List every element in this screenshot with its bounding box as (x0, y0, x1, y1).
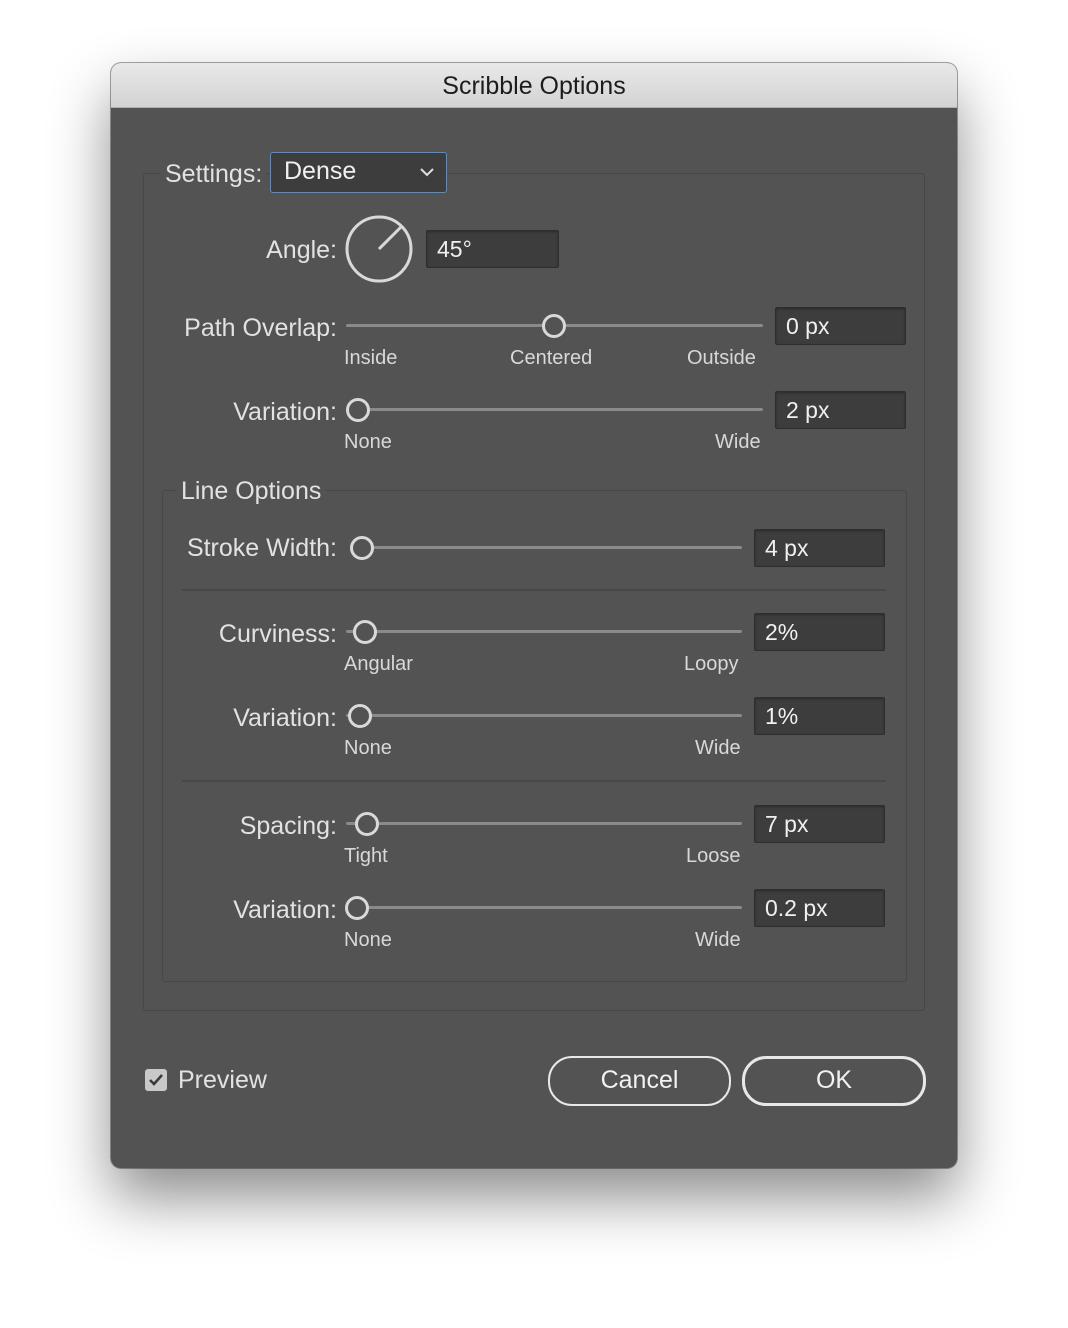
angle-label: Angle: (266, 236, 337, 264)
curviness-label: Curviness: (218, 620, 337, 648)
path-variation-input[interactable]: 2 px (775, 391, 906, 429)
spacing-handle[interactable] (355, 812, 379, 836)
spacing-min-label: Tight (344, 845, 388, 867)
angle-input[interactable]: 45° (426, 230, 559, 268)
path-variation-handle[interactable] (346, 398, 370, 422)
spacing-variation-label: Variation: (233, 896, 337, 924)
spacing-variation-input[interactable]: 0.2 px (754, 889, 885, 927)
curviness-variation-max-label: Wide (695, 737, 741, 759)
curviness-variation-track[interactable] (346, 714, 742, 717)
spacing-variation-max-label: Wide (695, 929, 741, 951)
spacing-input[interactable]: 7 px (754, 805, 885, 843)
stroke-width-handle[interactable] (350, 536, 374, 560)
line-options-title: Line Options (177, 477, 326, 506)
curviness-variation-input[interactable]: 1% (754, 697, 885, 735)
spacing-label: Spacing: (239, 812, 337, 840)
preview-label[interactable]: Preview (178, 1066, 267, 1095)
path-overlap-label: Path Overlap: (184, 314, 337, 342)
cancel-button[interactable]: Cancel (548, 1056, 731, 1106)
stroke-width-label: Stroke Width: (186, 534, 337, 562)
curviness-input[interactable]: 2% (754, 613, 885, 651)
path-overlap-max-label: Outside (687, 347, 756, 369)
scribble-options-dialog: Scribble Options Settings: Dense Angle: … (111, 63, 957, 1168)
separator (182, 780, 886, 782)
path-variation-label: Variation: (233, 398, 337, 426)
separator (182, 589, 886, 591)
ok-button[interactable]: OK (742, 1056, 926, 1106)
preview-checkbox[interactable] (145, 1069, 167, 1091)
settings-dropdown[interactable]: Dense (270, 152, 447, 193)
settings-label: Settings: (161, 160, 267, 189)
spacing-variation-track[interactable] (346, 906, 742, 909)
curviness-variation-label: Variation: (233, 704, 337, 732)
angle-dial[interactable] (344, 214, 414, 284)
path-variation-track[interactable] (346, 408, 763, 411)
dialog-title: Scribble Options (111, 63, 957, 108)
settings-value: Dense (284, 157, 357, 185)
checkmark-icon (149, 1074, 163, 1086)
curviness-variation-handle[interactable] (348, 704, 372, 728)
spacing-track[interactable] (346, 822, 742, 825)
stroke-width-input[interactable]: 4 px (754, 529, 885, 567)
curviness-max-label: Loopy (684, 653, 739, 675)
chevron-down-icon (420, 168, 434, 177)
path-overlap-input[interactable]: 0 px (775, 307, 906, 345)
curviness-min-label: Angular (344, 653, 413, 675)
path-variation-min-label: None (344, 431, 392, 453)
spacing-max-label: Loose (686, 845, 741, 867)
path-variation-max-label: Wide (715, 431, 761, 453)
path-overlap-mid-label: Centered (510, 347, 593, 369)
spacing-variation-min-label: None (344, 929, 392, 951)
path-overlap-handle[interactable] (542, 314, 566, 338)
path-overlap-min-label: Inside (344, 347, 398, 369)
curviness-variation-min-label: None (344, 737, 392, 759)
spacing-variation-handle[interactable] (345, 896, 369, 920)
stroke-width-track[interactable] (350, 546, 742, 549)
curviness-track[interactable] (346, 630, 742, 633)
curviness-handle[interactable] (353, 620, 377, 644)
